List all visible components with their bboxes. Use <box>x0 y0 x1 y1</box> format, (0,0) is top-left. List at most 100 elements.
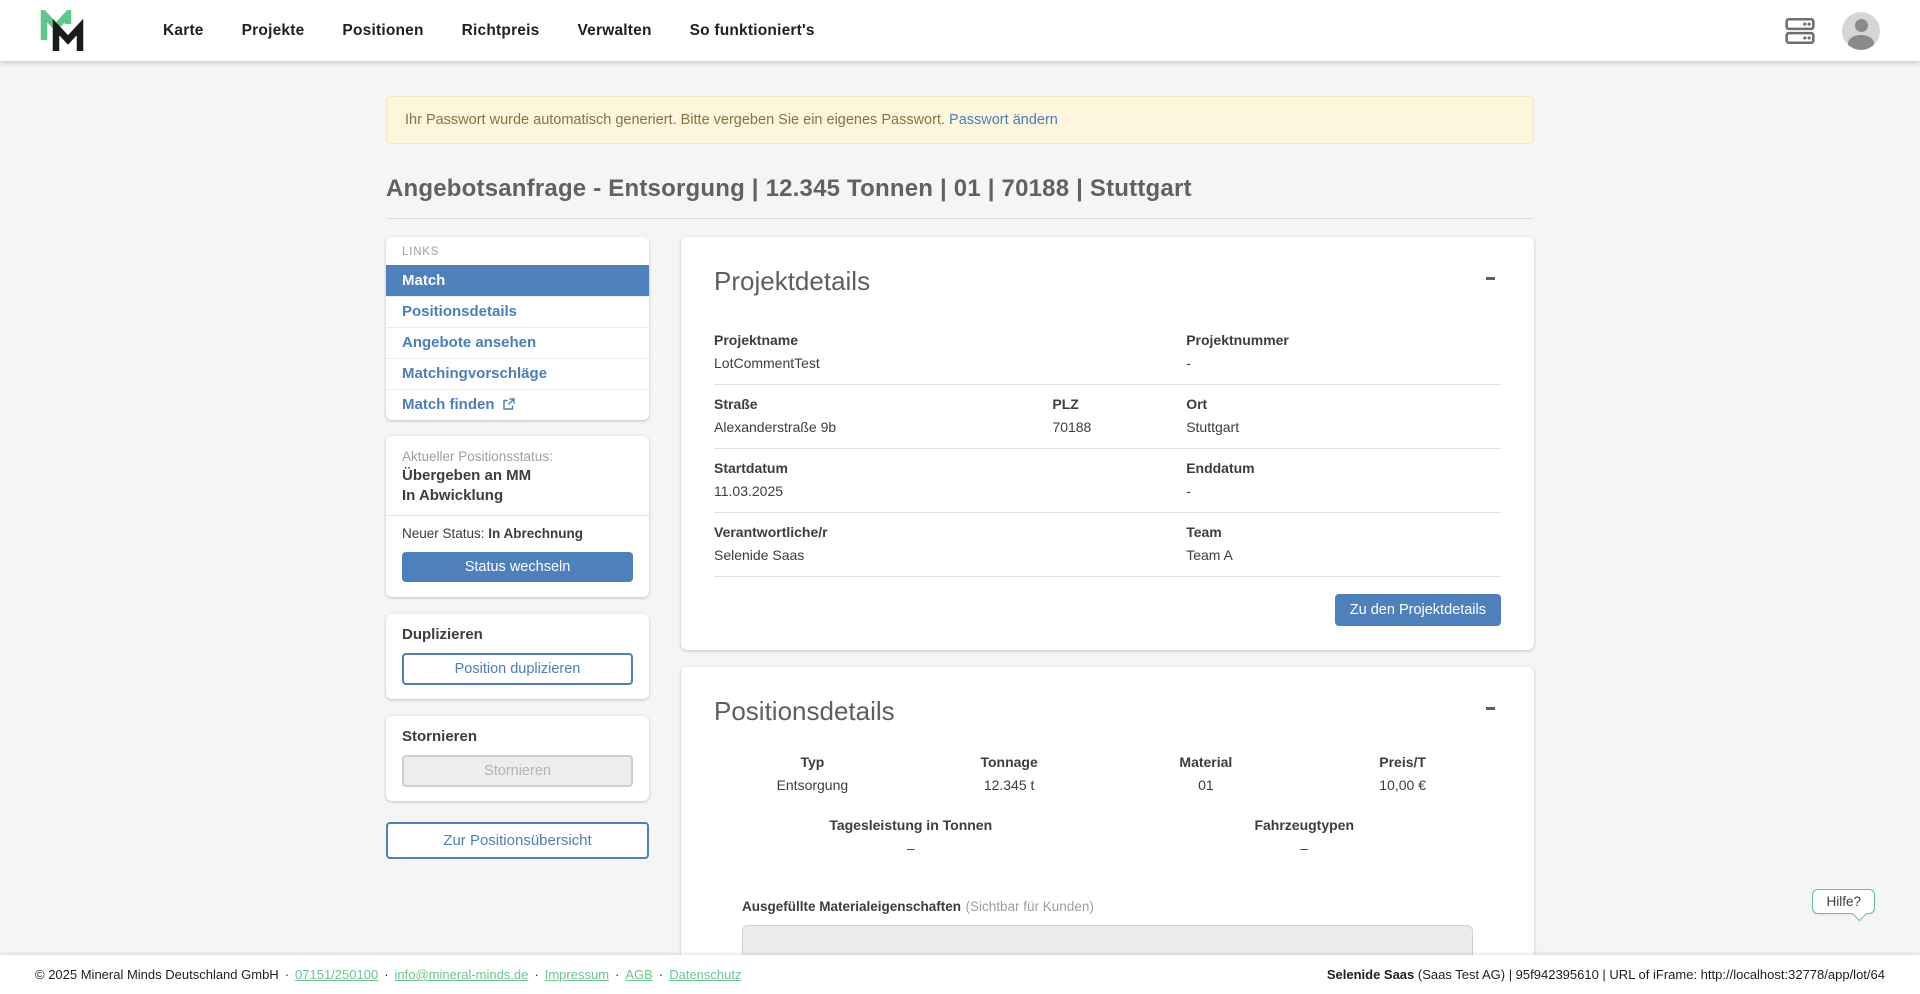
stat-tonnage: Tonnage 12.345 t <box>911 754 1108 793</box>
field-label: PLZ <box>1052 396 1186 412</box>
status-current-1: Übergeben an MM <box>402 467 633 484</box>
footer-datenschutz-link[interactable]: Datenschutz <box>669 967 741 982</box>
field-team: Team Team A <box>1186 524 1501 563</box>
material-hint: (Sichtbar für Kunden) <box>966 899 1094 914</box>
field-label: Team <box>1186 524 1501 540</box>
project-row-2: Straße Alexanderstraße 9b PLZ 70188 Ort … <box>714 385 1501 449</box>
field-label: Startdatum <box>714 460 1186 476</box>
user-avatar-button[interactable] <box>1842 12 1880 50</box>
field-label: Straße <box>714 396 1052 412</box>
field-projektnummer: Projektnummer - <box>1186 332 1501 371</box>
storno-card: Stornieren Stornieren <box>386 716 649 801</box>
field-label: Enddatum <box>1186 460 1501 476</box>
zur-positionsuebersicht-button[interactable]: Zur Positionsübersicht <box>386 822 649 859</box>
sidebar-item-matchingvorschlaege[interactable]: Matchingvorschläge <box>386 358 649 389</box>
footer-separator: · <box>615 967 619 982</box>
help-button[interactable]: Hilfe? <box>1812 889 1875 914</box>
nav-item-projekte[interactable]: Projekte <box>223 22 324 40</box>
status-wechseln-button[interactable]: Status wechseln <box>402 552 633 582</box>
duplicate-title: Duplizieren <box>402 626 633 643</box>
mm-logo-icon <box>40 10 86 52</box>
field-strasse: Straße Alexanderstraße 9b <box>714 396 1052 435</box>
footer-separator: · <box>384 967 388 982</box>
field-value: - <box>1186 483 1501 499</box>
stat-value: – <box>714 840 1108 856</box>
positionsdetails-title: Positionsdetails <box>714 696 1501 727</box>
stat-tagesleistung: Tagesleistung in Tonnen – <box>714 817 1108 856</box>
footer-user-name: Selenide Saas <box>1327 967 1414 982</box>
header-right <box>1784 12 1880 50</box>
positionsdetails-collapse-button[interactable] <box>1479 697 1501 719</box>
field-label: Ort <box>1186 396 1501 412</box>
footer-impressum-link[interactable]: Impressum <box>545 967 609 982</box>
stat-label: Tagesleistung in Tonnen <box>714 817 1108 833</box>
status-caption: Aktueller Positionsstatus: <box>402 449 633 464</box>
stat-label: Material <box>1108 754 1305 770</box>
sidebar-item-positionsdetails[interactable]: Positionsdetails <box>386 296 649 327</box>
nav-item-richtpreis[interactable]: Richtpreis <box>443 22 559 40</box>
stat-value: Entsorgung <box>714 777 911 793</box>
material-label: Ausgefüllte Materialeigenschaften <box>742 899 961 914</box>
status-current-2: In Abwicklung <box>402 487 633 504</box>
field-projektname: Projektname LotCommentTest <box>714 332 1186 371</box>
positionsdetails-card: Positionsdetails Typ Entsorgung Tonnage … <box>681 667 1534 994</box>
duplicate-card: Duplizieren Position duplizieren <box>386 614 649 699</box>
database-icon <box>1784 15 1816 47</box>
password-warning-banner: Ihr Passwort wurde automatisch generiert… <box>386 96 1534 144</box>
stat-label: Preis/T <box>1304 754 1501 770</box>
field-enddatum: Enddatum - <box>1186 460 1501 499</box>
title-divider <box>386 218 1534 219</box>
field-value: LotCommentTest <box>714 355 1186 371</box>
field-verantwortlicher: Verantwortliche/r Selenide Saas <box>714 524 1186 563</box>
field-label: Projektname <box>714 332 1186 348</box>
database-button[interactable] <box>1784 15 1816 47</box>
status-divider <box>386 515 649 516</box>
stat-value: 12.345 t <box>911 777 1108 793</box>
sidebar-item-angebote-ansehen[interactable]: Angebote ansehen <box>386 327 649 358</box>
projektdetails-collapse-button[interactable] <box>1479 267 1501 289</box>
links-card: LINKS Match Positionsdetails Angebote an… <box>386 237 649 420</box>
mm-logo[interactable] <box>40 10 86 52</box>
footer-separator: · <box>534 967 538 982</box>
footer-email-link[interactable]: info@mineral-minds.de <box>395 967 529 982</box>
field-value: Stuttgart <box>1186 419 1501 435</box>
stat-material: Material 01 <box>1108 754 1305 793</box>
nav-item-positionen[interactable]: Positionen <box>323 22 442 40</box>
footer: © 2025 Mineral Minds Deutschland GmbH · … <box>0 955 1920 994</box>
stat-value: 10,00 € <box>1304 777 1501 793</box>
sidebar-item-match-finden[interactable]: Match finden <box>386 389 649 420</box>
footer-agb-link[interactable]: AGB <box>625 967 652 982</box>
project-row-4: Verantwortliche/r Selenide Saas Team Tea… <box>714 513 1501 577</box>
project-row-3: Startdatum 11.03.2025 Enddatum - <box>714 449 1501 513</box>
main-nav: Karte Projekte Positionen Richtpreis Ver… <box>144 22 834 40</box>
projektdetails-title: Projektdetails <box>714 266 1501 297</box>
footer-separator: · <box>659 967 663 982</box>
stat-label: Fahrzeugtypen <box>1108 817 1502 833</box>
minus-icon <box>1486 277 1495 280</box>
zu-den-projektdetails-button[interactable]: Zu den Projektdetails <box>1335 594 1501 626</box>
position-stats-row: Typ Entsorgung Tonnage 12.345 t Material… <box>714 754 1501 793</box>
stat-label: Tonnage <box>911 754 1108 770</box>
user-avatar-icon <box>1855 19 1868 32</box>
nav-item-karte[interactable]: Karte <box>144 22 223 40</box>
storno-title: Stornieren <box>402 728 633 745</box>
status-new-line: Neuer Status: In Abrechnung <box>402 526 633 541</box>
nav-item-so-funktionierts[interactable]: So funktioniert's <box>671 22 834 40</box>
field-value: Selenide Saas <box>714 547 1186 563</box>
main-content: Projektdetails Projektname LotCommentTes… <box>681 237 1534 994</box>
field-ort: Ort Stuttgart <box>1186 396 1501 435</box>
sidebar-item-match[interactable]: Match <box>386 265 649 296</box>
footer-copyright: © 2025 Mineral Minds Deutschland GmbH <box>35 967 279 982</box>
sidebar: LINKS Match Positionsdetails Angebote an… <box>386 237 649 859</box>
footer-user-info: Selenide Saas (Saas Test AG) | 95f942395… <box>1327 967 1885 982</box>
nav-item-verwalten[interactable]: Verwalten <box>558 22 670 40</box>
position-duplizieren-button[interactable]: Position duplizieren <box>402 653 633 685</box>
field-value: Team A <box>1186 547 1501 563</box>
links-card-header: LINKS <box>386 237 649 265</box>
stat-label: Typ <box>714 754 911 770</box>
page-title: Angebotsanfrage - Entsorgung | 12.345 To… <box>386 175 1534 203</box>
change-password-link[interactable]: Passwort ändern <box>949 112 1058 128</box>
field-value: 11.03.2025 <box>714 483 1186 499</box>
footer-phone-link[interactable]: 07151/250100 <box>295 967 378 982</box>
material-label-line: Ausgefüllte Materialeigenschaften (Sicht… <box>742 898 1473 916</box>
